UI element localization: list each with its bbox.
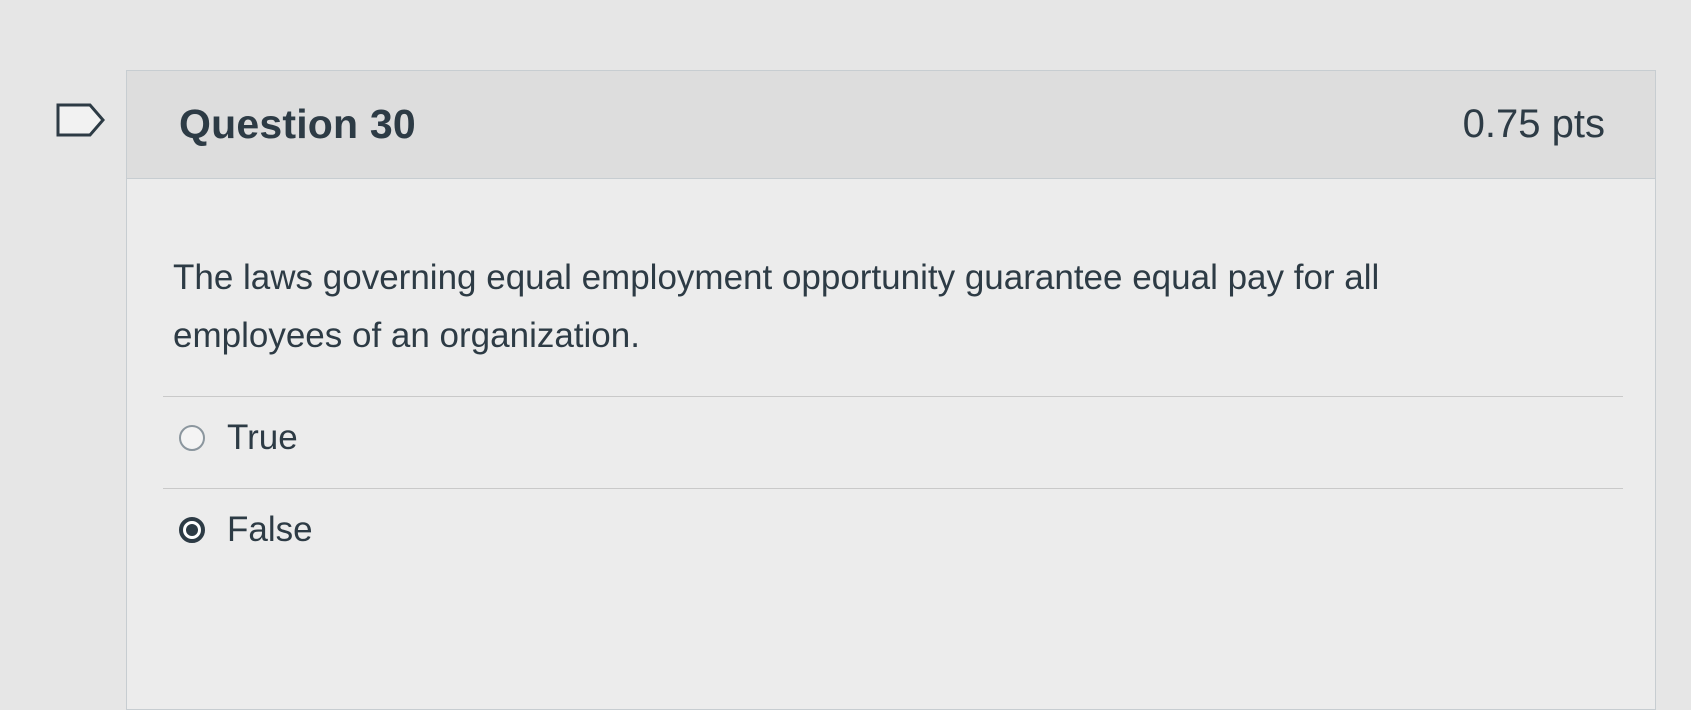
- question-card: Question 30 0.75 pts The laws governing …: [126, 70, 1656, 710]
- question-points: 0.75 pts: [1462, 102, 1605, 146]
- answers-divider-top: [163, 396, 1623, 397]
- question-title: Question 30: [179, 101, 416, 147]
- radio-false-selected[interactable]: [179, 517, 205, 543]
- question-header: Question 30 0.75 pts: [127, 71, 1655, 179]
- answer-option-false[interactable]: False: [179, 505, 313, 555]
- question-text: The laws governing equal employment oppo…: [173, 258, 1380, 355]
- answers-divider: [163, 488, 1623, 489]
- answer-label-false: False: [227, 510, 313, 549]
- answer-label-true: True: [227, 418, 298, 457]
- flag-question-icon[interactable]: [56, 103, 106, 137]
- radio-true[interactable]: [179, 425, 205, 451]
- answer-option-true[interactable]: True: [179, 413, 298, 463]
